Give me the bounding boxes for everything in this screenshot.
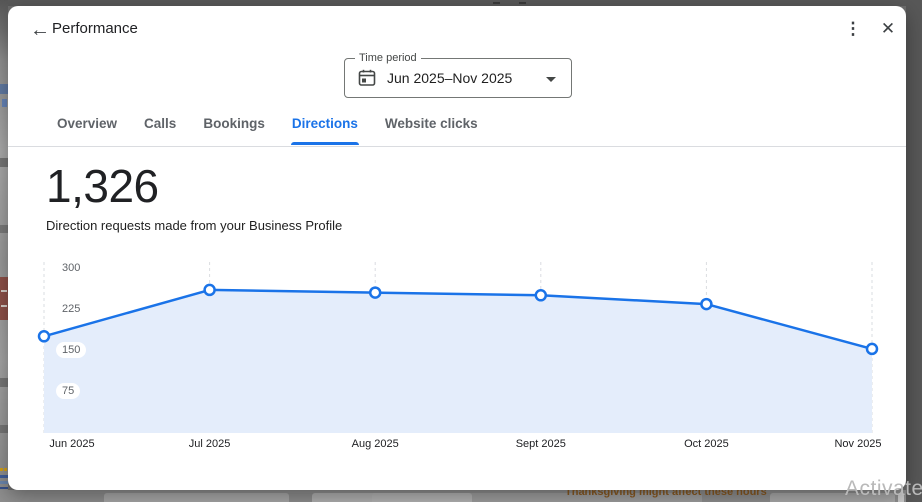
activate-watermark: Activate bbox=[845, 477, 922, 501]
backdrop-fragment bbox=[0, 225, 8, 233]
backdrop-right-strip bbox=[906, 0, 922, 502]
x-axis-label: Nov 2025 bbox=[834, 438, 881, 450]
close-icon[interactable]: ✕ bbox=[874, 15, 902, 43]
backdrop-bar-fragment bbox=[0, 481, 8, 484]
x-axis-label: Jun 2025 bbox=[49, 438, 94, 450]
more-options-icon[interactable]: ⋮ bbox=[839, 15, 867, 43]
x-axis-label: Aug 2025 bbox=[352, 438, 399, 450]
backdrop-bottom-strip bbox=[0, 490, 906, 502]
data-point-nov-2025[interactable] bbox=[867, 344, 877, 354]
back-arrow-icon[interactable]: ← bbox=[26, 16, 54, 44]
calendar-icon bbox=[358, 69, 376, 87]
data-point-oct-2025[interactable] bbox=[701, 299, 711, 309]
data-point-sept-2025[interactable] bbox=[536, 290, 546, 300]
data-point-jun-2025[interactable] bbox=[39, 331, 49, 341]
tab-directions[interactable]: Directions bbox=[291, 110, 359, 145]
time-period-value: Jun 2025–Nov 2025 bbox=[387, 70, 512, 86]
backdrop-smudge bbox=[519, 2, 526, 4]
x-axis-label: Oct 2025 bbox=[684, 438, 729, 450]
chart-area-fill bbox=[44, 290, 872, 433]
backdrop-stars-fragment bbox=[0, 468, 3, 471]
tab-bookings[interactable]: Bookings bbox=[202, 110, 266, 145]
backdrop-fragment bbox=[2, 99, 7, 107]
y-axis-label: 75 bbox=[56, 383, 80, 399]
performance-tabs: Overview Calls Bookings Directions Website c… bbox=[56, 110, 479, 146]
tabs-divider bbox=[8, 146, 906, 147]
directions-chart: 300 225 150 75 Jun 2025 Jul 2025 Aug 2025 Sept … bbox=[36, 258, 896, 458]
tab-website-clicks[interactable]: Website clicks bbox=[384, 110, 479, 145]
backdrop-smudge bbox=[493, 2, 500, 4]
metric-value: 1,326 bbox=[46, 159, 159, 213]
backdrop-bar-fragment bbox=[0, 475, 8, 478]
time-period-label: Time period bbox=[355, 52, 421, 64]
chart-plot-area bbox=[36, 258, 890, 436]
tab-overview[interactable]: Overview bbox=[56, 110, 118, 145]
backdrop-left-strip bbox=[0, 0, 8, 502]
tab-calls[interactable]: Calls bbox=[143, 110, 177, 145]
backdrop-block bbox=[104, 493, 289, 502]
y-axis-label: 150 bbox=[56, 342, 86, 358]
y-axis-label: 300 bbox=[56, 260, 86, 276]
backdrop-fragment bbox=[0, 84, 8, 94]
x-axis-label: Jul 2025 bbox=[189, 438, 231, 450]
metric-description: Direction requests made from your Busine… bbox=[46, 218, 342, 233]
data-point-jul-2025[interactable] bbox=[205, 285, 215, 295]
backdrop-fragment bbox=[0, 158, 8, 167]
time-period-select[interactable]: Time period Jun 2025–Nov 2025 bbox=[344, 58, 572, 98]
backdrop-fragment bbox=[0, 277, 8, 320]
page-title: Performance bbox=[52, 20, 138, 37]
backdrop-fragment bbox=[1, 290, 7, 292]
data-point-aug-2025[interactable] bbox=[370, 288, 380, 298]
y-axis-label: 225 bbox=[56, 301, 86, 317]
backdrop-bar-fragment bbox=[0, 487, 8, 489]
performance-dialog: ← Performance ⋮ ✕ Time period Jun 2025–N… bbox=[8, 6, 906, 490]
backdrop-fragment bbox=[0, 378, 8, 387]
backdrop-fragment bbox=[1, 305, 7, 307]
dropdown-arrow-icon bbox=[546, 77, 556, 82]
x-axis-label: Sept 2025 bbox=[516, 438, 566, 450]
backdrop-stars-fragment bbox=[4, 468, 7, 471]
backdrop-fragment bbox=[0, 425, 8, 433]
